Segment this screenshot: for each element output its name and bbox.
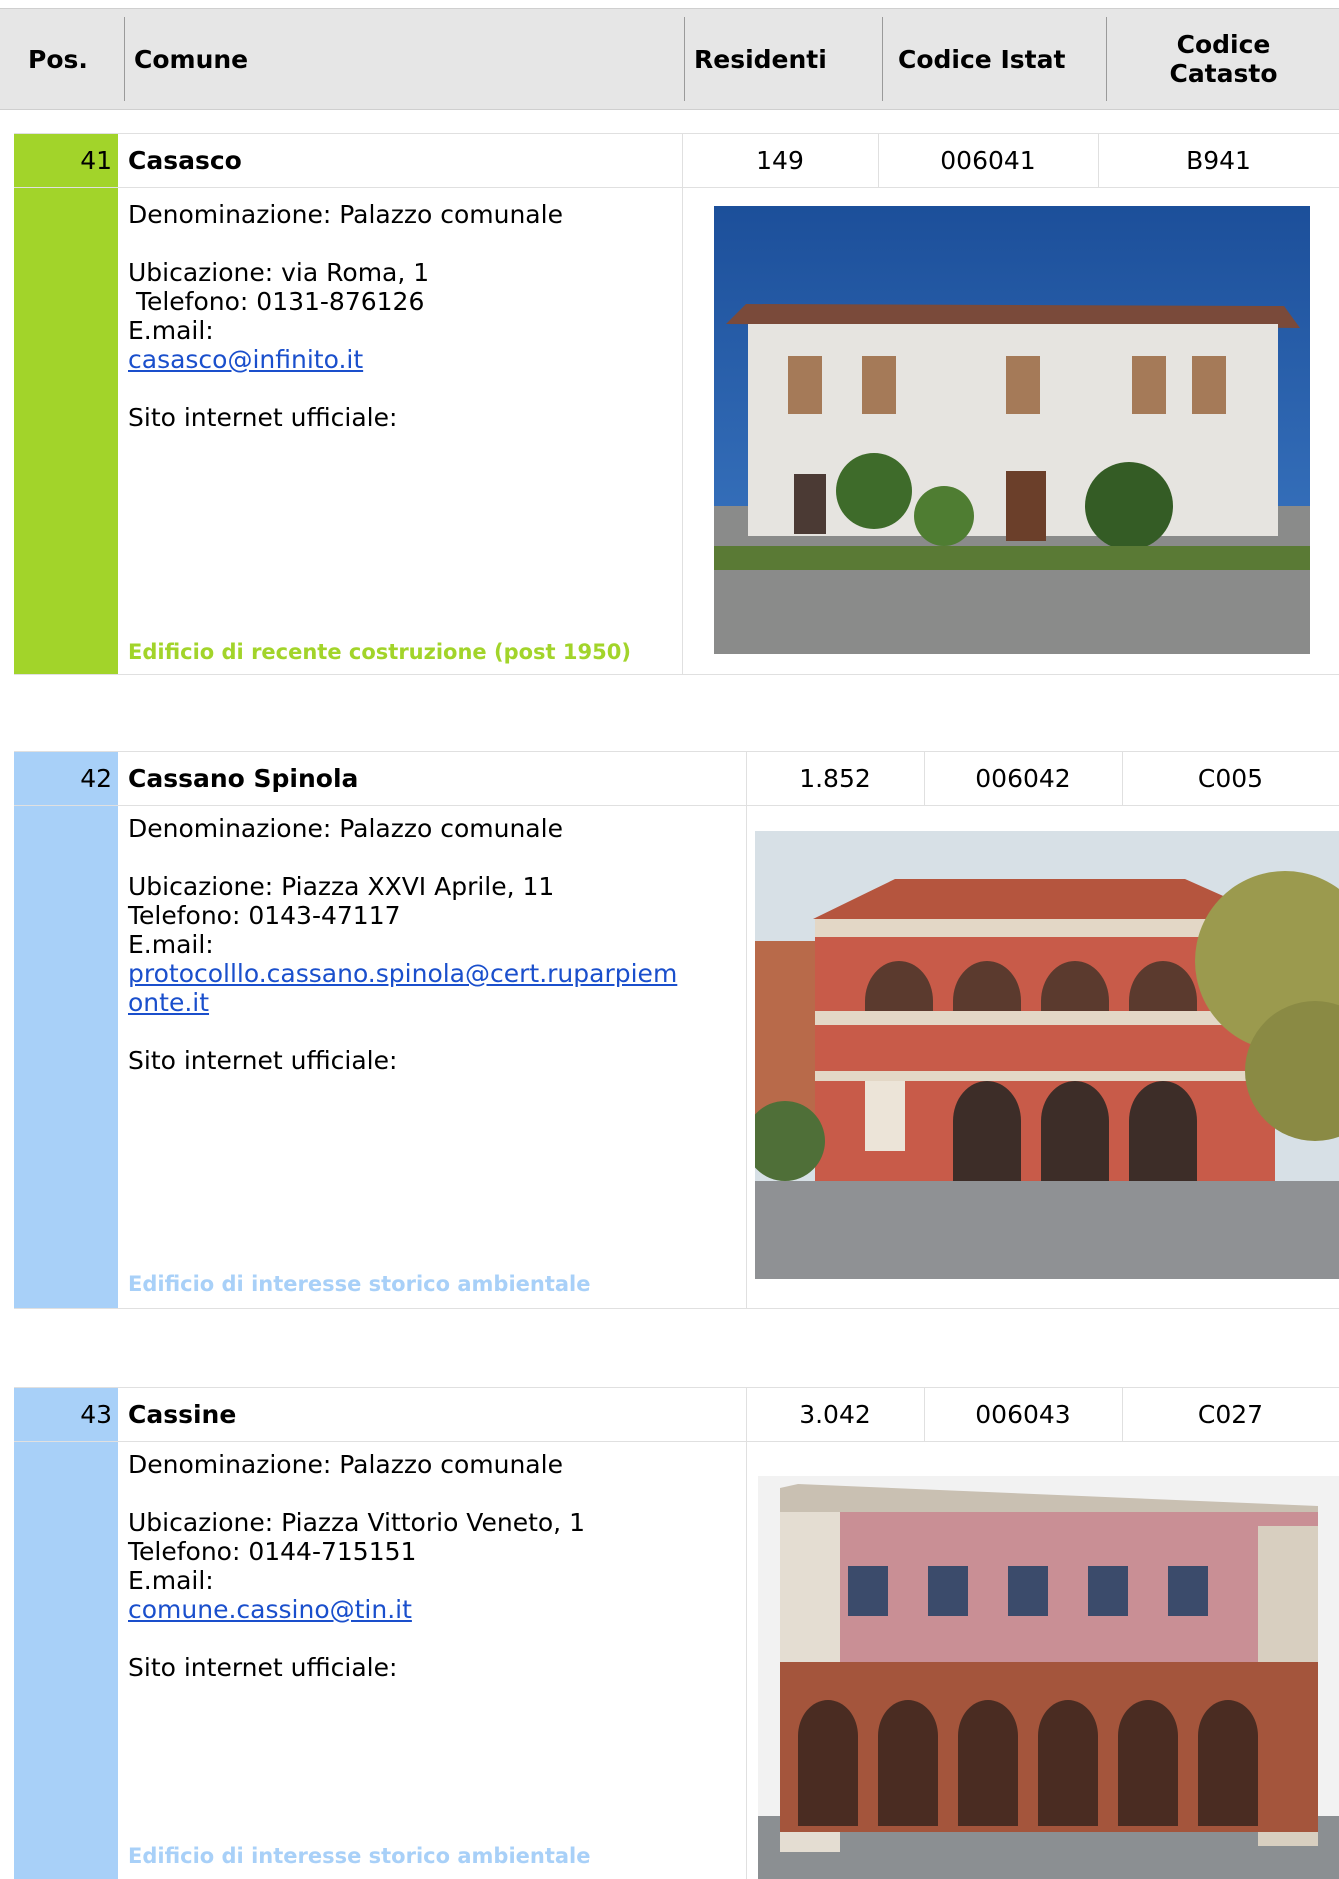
- codice-catasto-value: B941: [1186, 146, 1251, 175]
- entry-bottom-border: [14, 674, 1339, 675]
- header-divider: [1106, 17, 1107, 101]
- ubicazione-text: Ubicazione: via Roma, 1: [128, 258, 430, 287]
- header-divider: [882, 17, 883, 101]
- header-codice-catasto-line2: Catasto: [1169, 59, 1278, 88]
- category-bar: [14, 806, 118, 1308]
- email-label: E.mail:: [128, 316, 214, 345]
- category-bar: [14, 1442, 118, 1879]
- position-number: 42: [80, 764, 112, 793]
- column-divider: [746, 1388, 747, 1879]
- residenti-value: 1.852: [799, 764, 871, 793]
- comune-name: Cassine: [128, 1400, 237, 1429]
- header-comune: Comune: [134, 44, 249, 74]
- header-codice-catasto: Codice Catasto: [1108, 9, 1339, 109]
- info-block: Denominazione: Palazzo comunale Ubicazio…: [128, 200, 563, 432]
- email-label: E.mail:: [128, 930, 214, 959]
- ubicazione-text: Ubicazione: Piazza Vittorio Veneto, 1: [128, 1508, 585, 1537]
- header-pos: Pos.: [28, 44, 88, 74]
- denominazione-text: Denominazione: Palazzo comunale: [128, 814, 563, 843]
- sito-label: Sito internet ufficiale:: [128, 1653, 398, 1682]
- residenti-value: 149: [756, 146, 804, 175]
- sito-label: Sito internet ufficiale:: [128, 403, 398, 432]
- column-divider: [746, 752, 747, 1308]
- codice-catasto-value: C027: [1197, 1400, 1264, 1429]
- entry-bottom-border: [14, 1308, 1339, 1309]
- denominazione-text: Denominazione: Palazzo comunale: [128, 200, 563, 229]
- table-header: Pos. Comune Residenti Codice Istat Codic…: [0, 8, 1339, 110]
- town-hall-photo: [714, 206, 1310, 654]
- building-note: Edificio di interesse storico ambientale: [128, 1272, 591, 1296]
- town-hall-photo: [758, 1476, 1339, 1879]
- info-block: Denominazione: Palazzo comunale Ubicazio…: [128, 814, 677, 1075]
- email-link[interactable]: casasco@infinito.it: [128, 345, 363, 374]
- header-codice-catasto-line1: Codice: [1176, 30, 1271, 59]
- telefono-text: Telefono: 0131-876126: [128, 287, 425, 316]
- codice-istat-value: 006042: [975, 764, 1071, 793]
- header-divider: [684, 17, 685, 101]
- codice-istat-value: 006043: [975, 1400, 1071, 1429]
- comune-name: Cassano Spinola: [128, 764, 359, 793]
- residenti-value: 3.042: [799, 1400, 871, 1429]
- email-link[interactable]: protocolllo.cassano.spinola@cert.ruparpi…: [128, 959, 677, 988]
- ubicazione-text: Ubicazione: Piazza XXVI Aprile, 11: [128, 872, 555, 901]
- town-hall-photo: [755, 831, 1339, 1279]
- comune-name: Casasco: [128, 146, 242, 175]
- position-number: 43: [80, 1400, 112, 1429]
- header-divider: [124, 17, 125, 101]
- building-note: Edificio di interesse storico ambientale: [128, 1844, 591, 1868]
- email-link-continued[interactable]: onte.it: [128, 988, 209, 1017]
- info-block: Denominazione: Palazzo comunale Ubicazio…: [128, 1450, 585, 1682]
- codice-istat-value: 006041: [940, 146, 1036, 175]
- header-codice-istat: Codice Istat: [898, 44, 1066, 74]
- codice-catasto-value: C005: [1197, 764, 1264, 793]
- column-divider: [682, 134, 683, 674]
- denominazione-text: Denominazione: Palazzo comunale: [128, 1450, 563, 1479]
- telefono-text: Telefono: 0143-47117: [128, 901, 401, 930]
- email-label: E.mail:: [128, 1566, 214, 1595]
- sito-label: Sito internet ufficiale:: [128, 1046, 398, 1075]
- telefono-text: Telefono: 0144-715151: [128, 1537, 417, 1566]
- building-note: Edificio di recente costruzione (post 19…: [128, 640, 631, 664]
- email-link[interactable]: comune.cassino@tin.it: [128, 1595, 412, 1624]
- position-number: 41: [80, 146, 112, 175]
- category-bar: [14, 188, 118, 674]
- header-residenti: Residenti: [694, 44, 827, 74]
